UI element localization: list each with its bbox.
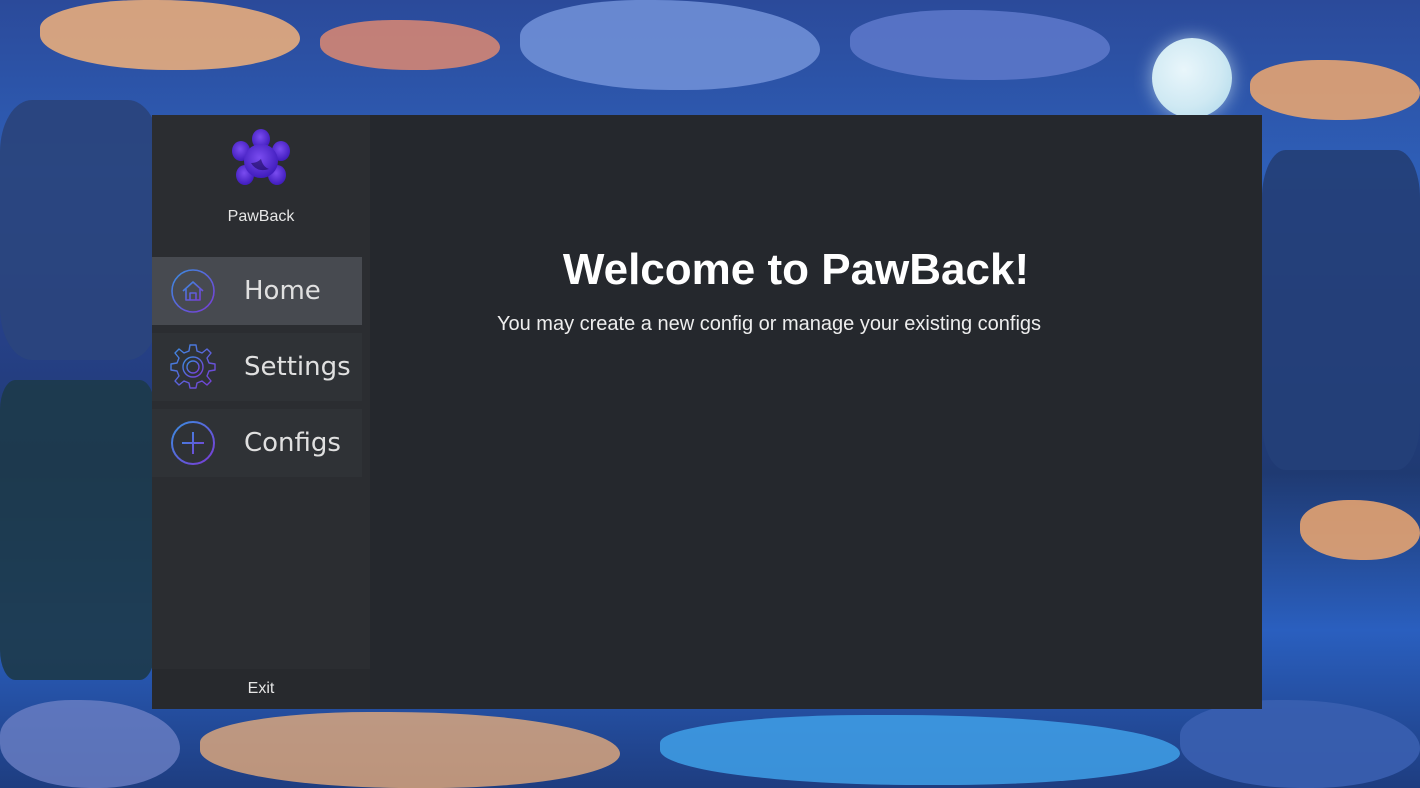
background-cloud [1300, 500, 1420, 560]
desktop-background: PawBack Home Settings Configs Exit Welco… [0, 0, 1420, 788]
background-forest [0, 380, 155, 680]
sidebar-item-configs[interactable]: Configs [152, 409, 362, 477]
main-content: Welcome to PawBack! You may create a new… [370, 115, 1262, 709]
background-cloud [520, 0, 820, 90]
page-subtitle: You may create a new config or manage yo… [497, 313, 1042, 335]
gear-icon [170, 344, 216, 389]
sidebar-item-home[interactable]: Home [152, 257, 362, 325]
background-mountain [1262, 150, 1420, 470]
background-reflection [1180, 700, 1420, 788]
background-cloud [320, 20, 500, 70]
paw-logo-icon [232, 129, 290, 185]
background-reflection [0, 700, 180, 788]
exit-button[interactable]: Exit [152, 669, 370, 709]
sidebar-item-label: Settings [244, 352, 351, 382]
brand-name: PawBack [227, 208, 295, 225]
sidebar: PawBack Home Settings Configs Exit [152, 115, 370, 709]
sidebar-item-label: Configs [244, 428, 341, 458]
home-icon [171, 269, 215, 313]
background-cloud [1250, 60, 1420, 120]
background-reflection [200, 712, 620, 788]
background-lake [660, 715, 1180, 785]
brand: PawBack [152, 115, 370, 257]
background-cloud [850, 10, 1110, 80]
moon-icon [1152, 38, 1232, 118]
app-window: PawBack Home Settings Configs Exit Welco… [152, 115, 1262, 709]
background-mountain [0, 100, 160, 360]
sidebar-item-label: Home [244, 276, 321, 306]
background-cloud [40, 0, 300, 70]
page-title: Welcome to PawBack! [562, 245, 1030, 294]
plus-circle-icon [171, 421, 215, 465]
sidebar-item-settings[interactable]: Settings [152, 333, 362, 401]
